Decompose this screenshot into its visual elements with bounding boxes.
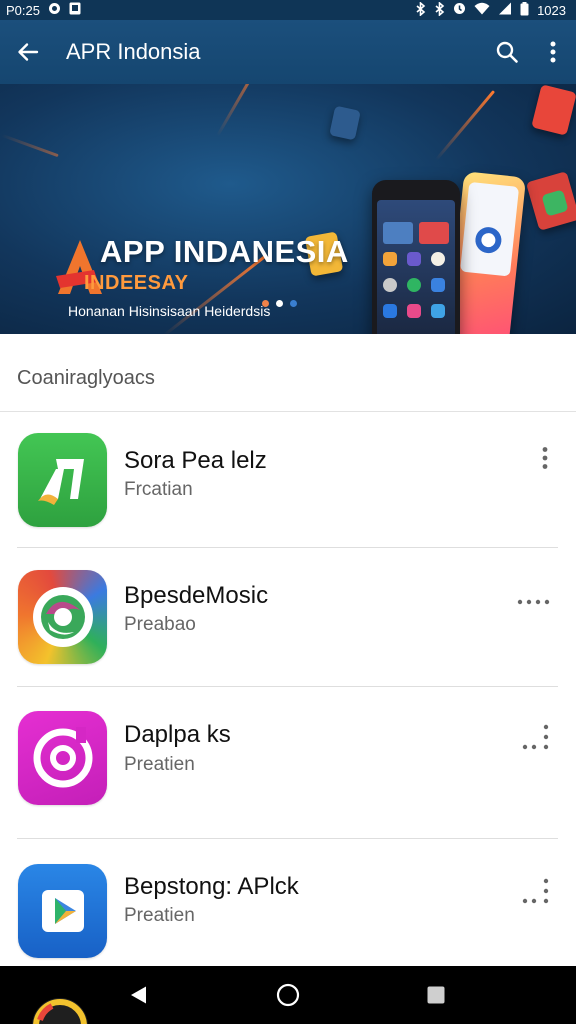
app-icon[interactable]	[18, 433, 107, 527]
battery-icon	[520, 1, 529, 19]
photo-icon	[69, 2, 81, 18]
nav-back-button[interactable]	[124, 980, 154, 1010]
status-time-right: 1023	[537, 2, 566, 18]
recents-square-icon	[427, 986, 445, 1004]
app-category: Preatien	[124, 754, 195, 775]
gauge-app-icon	[32, 998, 88, 1024]
banner-tagline: Honanan Hisinsisaan Heiderdsis	[68, 303, 271, 319]
notification-icon	[48, 2, 61, 18]
list-item-app[interactable]: Bepstong: APlck Preatien	[0, 839, 576, 975]
carousel-dot[interactable]	[290, 300, 297, 307]
mini-app-icon	[383, 222, 413, 244]
section-header: Coaniraglyoacs	[0, 334, 576, 412]
navigation-bar	[0, 966, 576, 1024]
section-title: Coaniraglyoacs	[17, 367, 155, 389]
floating-app-cube	[531, 84, 576, 136]
alarm-icon	[453, 2, 466, 18]
phone-back-screen	[459, 181, 520, 277]
app-name: BpesdeMosic	[124, 582, 269, 609]
blue-play-icon	[42, 890, 84, 932]
app-icon[interactable]	[18, 711, 107, 805]
mini-app-icon	[383, 252, 397, 266]
mini-app-icon	[431, 304, 445, 318]
bluetooth-icon	[434, 0, 445, 19]
banner-light-streak	[434, 90, 496, 161]
app-overflow-button[interactable]	[514, 869, 554, 909]
mini-app-icon	[383, 304, 397, 318]
more-icon	[522, 724, 549, 750]
app-overflow-button[interactable]	[514, 715, 554, 755]
mini-app-icon	[431, 252, 445, 266]
mini-app-icon	[431, 278, 445, 292]
app-overflow-button[interactable]	[514, 582, 554, 622]
back-triangle-icon	[131, 986, 146, 1004]
app-icon[interactable]	[18, 864, 107, 958]
back-arrow-icon	[18, 43, 39, 61]
nav-home-button[interactable]	[273, 980, 303, 1010]
back-button[interactable]	[0, 20, 56, 84]
mini-app-icon	[407, 278, 421, 292]
bluetooth-icon	[415, 0, 426, 19]
signal-icon	[498, 2, 512, 18]
pink-target-icon	[33, 727, 93, 788]
status-left: P0:25	[6, 2, 81, 18]
search-icon	[496, 41, 518, 63]
status-right: 1023	[415, 0, 566, 19]
nav-recents-button[interactable]	[421, 980, 451, 1010]
more-horizontal-icon	[517, 599, 550, 605]
carousel-dot-active[interactable]	[276, 300, 283, 307]
green-music-note-icon	[38, 459, 84, 505]
more-icon	[522, 878, 549, 904]
home-circle-icon	[276, 983, 300, 1007]
carousel-dot[interactable]	[262, 300, 269, 307]
search-button[interactable]	[484, 20, 530, 84]
app-bar: APR Indonsia	[0, 20, 576, 84]
wifi-icon	[474, 2, 490, 18]
list-item-app[interactable]: Sora Pea lelz Frcatian	[0, 412, 576, 548]
mini-app-icon	[419, 222, 449, 244]
app-icon[interactable]	[18, 570, 107, 664]
app-name: Sora Pea lelz	[124, 447, 267, 474]
phone-front-screen	[377, 200, 455, 334]
promo-banner[interactable]: APP INDANESIA INDEESAY Honanan Hisinsisa…	[0, 84, 576, 334]
app-name: Daplpa ks	[124, 721, 231, 748]
phone-mockup-front	[372, 180, 460, 334]
screen: P0:25 1023 APR Indonsia APP INDANESIA IN…	[0, 0, 576, 1024]
colorful-music-swirl-icon	[33, 587, 93, 647]
app-name: Bepstong: APlck	[124, 873, 299, 900]
app-overflow-button[interactable]	[525, 438, 565, 478]
mini-app-icon	[407, 304, 421, 318]
floating-app-cube	[329, 105, 361, 141]
status-bar: P0:25 1023	[0, 0, 576, 20]
more-options-button[interactable]	[530, 20, 576, 84]
banner-light-streak	[1, 133, 59, 158]
banner-title: APP INDANESIA	[100, 234, 349, 269]
app-category: Preabao	[124, 614, 196, 635]
more-vertical-icon	[550, 41, 556, 63]
status-time-left: P0:25	[6, 2, 40, 18]
banner-light-streak	[216, 84, 254, 137]
list-item-app[interactable]: BpesdeMosic Preabao	[0, 548, 576, 684]
more-vertical-icon	[542, 447, 548, 469]
page-title: APR Indonsia	[66, 39, 201, 64]
mini-app-icon	[383, 278, 397, 292]
banner-subtitle: INDEESAY	[84, 272, 189, 294]
app-category: Frcatian	[124, 479, 193, 500]
carousel-indicator[interactable]	[262, 300, 297, 307]
phone-app-icon	[475, 227, 502, 254]
mini-app-icon	[407, 252, 421, 266]
list-item-app[interactable]: Daplpa ks Preatien	[0, 687, 576, 823]
app-category: Preatien	[124, 905, 195, 926]
